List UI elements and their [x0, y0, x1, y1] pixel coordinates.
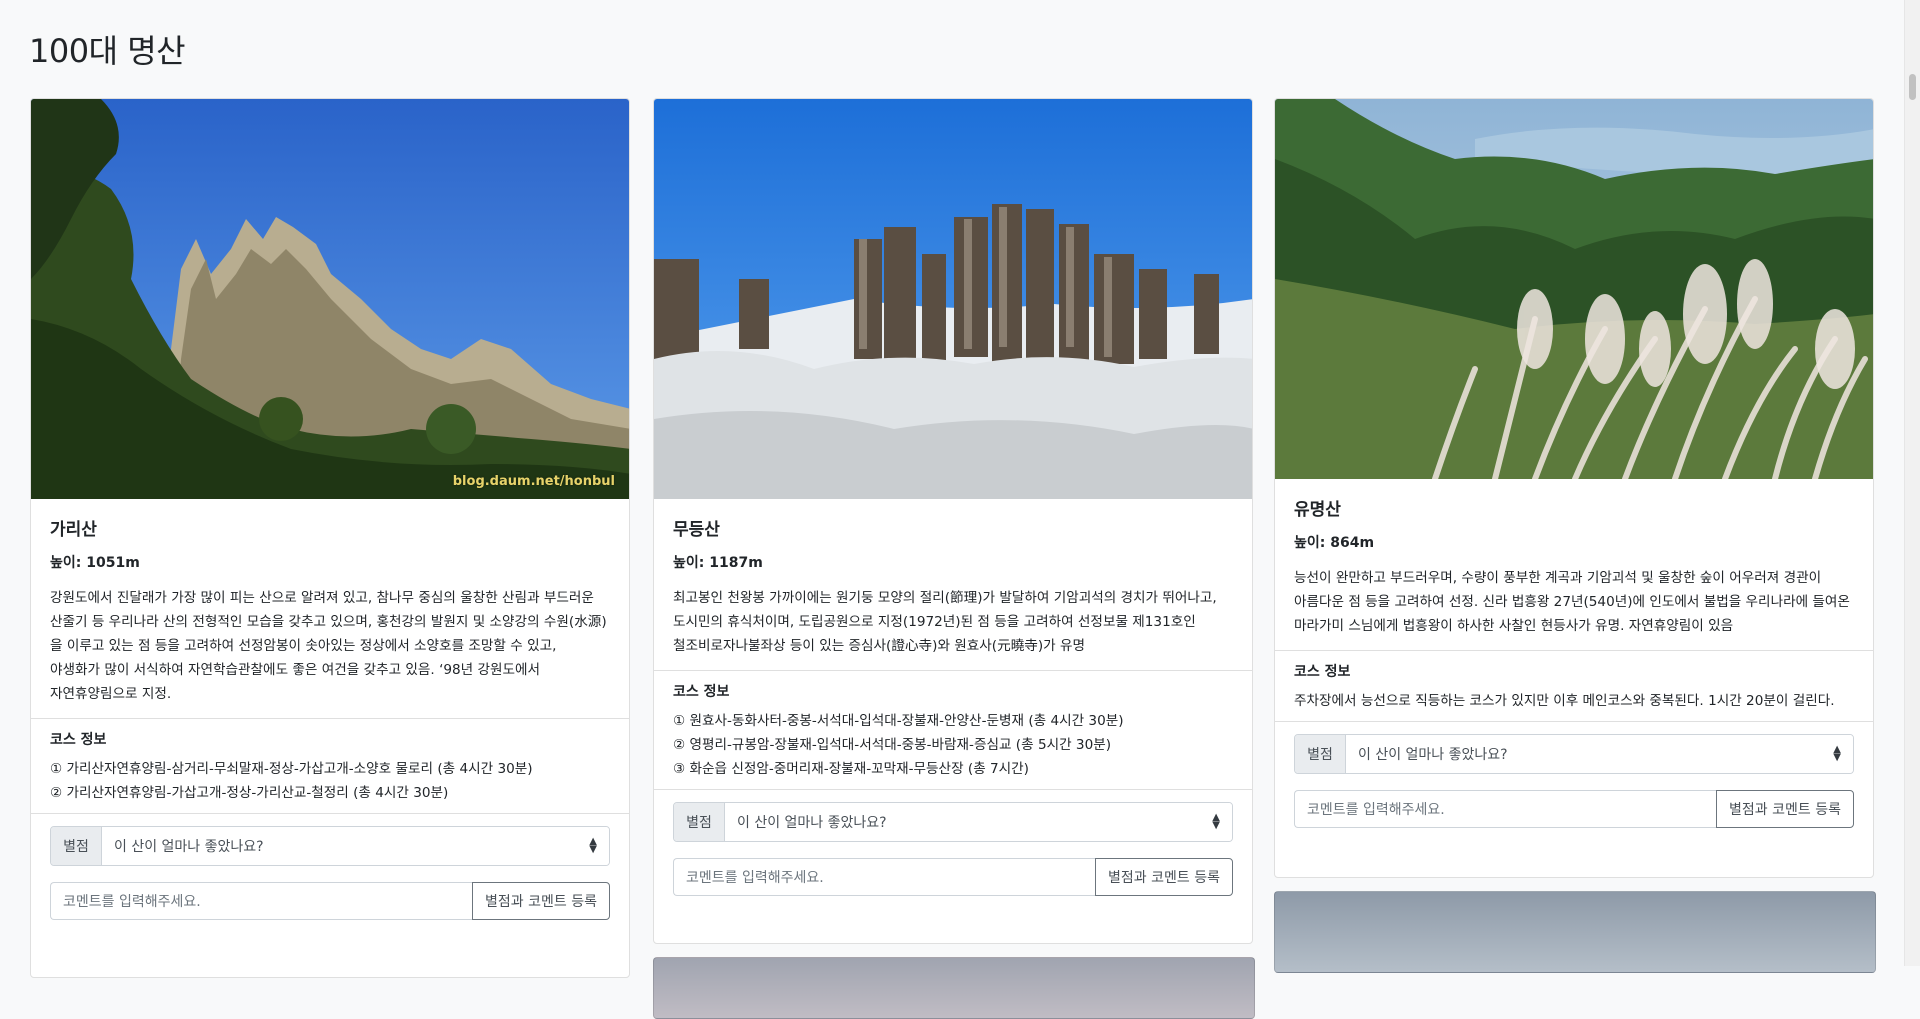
rating-label: 별점	[51, 827, 102, 865]
page-scrollbar[interactable]	[1904, 0, 1920, 966]
mountain-description: 강원도에서 진달래가 가장 많이 피는 산으로 알려져 있고, 참나무 중심의 …	[50, 590, 607, 702]
rating-select[interactable]: 별점 이 산이 얼마나 좋았나요? ▲ ▼	[50, 826, 610, 866]
course-item: ① 가리산자연휴양림-삼거리-무쇠말재-정상-가삽고개-소양호 물로리 (총 4…	[50, 761, 533, 777]
rating-form: 별점 이 산이 얼마나 좋았나요? ▲ ▼ 코멘트를 입력해주세요. 별점과 코멘…	[1275, 721, 1873, 840]
submit-rating-button[interactable]: 별점과 코멘트 등록	[1716, 790, 1854, 828]
rating-form: 별점 이 산이 얼마나 좋았나요? ▲ ▼ 코멘트를 입력해주세요. 별점과 코멘…	[31, 813, 629, 932]
rating-placeholder: 이 산이 얼마나 좋았나요?	[114, 839, 264, 855]
comment-group: 코멘트를 입력해주세요. 별점과 코멘트 등록	[1294, 790, 1854, 828]
rating-label: 별점	[1295, 735, 1346, 773]
course-item: 주차장에서 능선으로 직등하는 코스가 있지만 이후 메인코스와 중복된다. 1…	[1294, 693, 1835, 709]
mountain-card: 무등산 높이: 1187m 최고봉인 천왕봉 가까이에는 원기둥 모양의 절리(…	[653, 98, 1253, 944]
rating-dropdown[interactable]: 이 산이 얼마나 좋았나요? ▲ ▼	[1346, 735, 1853, 773]
mountain-height: 높이: 1051m	[50, 555, 140, 571]
mountain-card: blog.daum.net/honbul 가리산 높이: 1051m 강원도에서…	[30, 98, 630, 978]
mountain-name: 가리산	[50, 520, 97, 540]
mountain-name: 무등산	[673, 520, 720, 540]
mountain-card: 유명산 높이: 864m 능선이 완만하고 부드러우며, 수량이 풍부한 계곡과…	[1274, 98, 1874, 878]
mountain-name: 유명산	[1294, 500, 1341, 520]
sort-arrows-icon: ▲ ▼	[1833, 744, 1841, 763]
course-section: 코스 정보 ① 원효사-동화사터-중봉-서석대-입석대-장불재-안양산-둔병재 …	[654, 670, 1252, 789]
mountain-photo	[1275, 99, 1873, 479]
course-title: 코스 정보	[50, 732, 107, 748]
mountain-description: 능선이 완만하고 부드러우며, 수량이 풍부한 계곡과 기암괴석 및 울창한 숲…	[1294, 570, 1850, 634]
scrollbar-thumb[interactable]	[1909, 74, 1916, 100]
sort-arrows-icon: ▲ ▼	[1212, 812, 1220, 831]
rating-dropdown[interactable]: 이 산이 얼마나 좋았나요? ▲ ▼	[102, 827, 609, 865]
page-title: 100대 명산	[29, 32, 186, 70]
rating-placeholder: 이 산이 얼마나 좋았나요?	[737, 815, 887, 831]
comment-input[interactable]: 코멘트를 입력해주세요.	[1294, 790, 1717, 828]
mountain-photo: blog.daum.net/honbul	[31, 99, 629, 499]
course-item: ② 영평리-규봉암-장불재-입석대-서석대-중봉-바람재-증심교 (총 5시간 …	[673, 737, 1112, 753]
course-section: 코스 정보 ① 가리산자연휴양림-삼거리-무쇠말재-정상-가삽고개-소양호 물로…	[31, 718, 629, 813]
course-item: ③ 화순읍 신정암-중머리재-장불재-꼬막재-무등산장 (총 7시간)	[673, 761, 1029, 777]
comment-group: 코멘트를 입력해주세요. 별점과 코멘트 등록	[673, 858, 1233, 896]
mountain-height: 높이: 864m	[1294, 535, 1375, 551]
mountain-height: 높이: 1187m	[673, 555, 763, 571]
rating-select[interactable]: 별점 이 산이 얼마나 좋았나요? ▲ ▼	[1294, 734, 1854, 774]
rating-placeholder: 이 산이 얼마나 좋았나요?	[1358, 747, 1508, 763]
comment-input[interactable]: 코멘트를 입력해주세요.	[673, 858, 1096, 896]
rating-dropdown[interactable]: 이 산이 얼마나 좋았나요? ▲ ▼	[725, 803, 1232, 841]
rating-form: 별점 이 산이 얼마나 좋았나요? ▲ ▼ 코멘트를 입력해주세요. 별점과 코멘…	[654, 789, 1252, 908]
mountain-photo	[654, 99, 1252, 499]
course-item: ① 원효사-동화사터-중봉-서석대-입석대-장불재-안양산-둔병재 (총 4시간…	[673, 713, 1124, 729]
course-section: 코스 정보 주차장에서 능선으로 직등하는 코스가 있지만 이후 메인코스와 중…	[1275, 650, 1873, 721]
course-title: 코스 정보	[1294, 664, 1351, 680]
next-card-photo	[1274, 891, 1876, 973]
submit-rating-button[interactable]: 별점과 코멘트 등록	[1095, 858, 1233, 896]
photo-watermark: blog.daum.net/honbul	[452, 474, 615, 489]
course-title: 코스 정보	[673, 684, 730, 700]
rating-select[interactable]: 별점 이 산이 얼마나 좋았나요? ▲ ▼	[673, 802, 1233, 842]
next-card-photo	[653, 957, 1255, 1019]
course-item: ② 가리산자연휴양림-가삽고개-정상-가리산교-철정리 (총 4시간 30분)	[50, 785, 449, 801]
submit-rating-button[interactable]: 별점과 코멘트 등록	[472, 882, 610, 920]
sort-arrows-icon: ▲ ▼	[589, 836, 597, 855]
comment-input[interactable]: 코멘트를 입력해주세요.	[50, 882, 473, 920]
mountain-description: 최고봉인 천왕봉 가까이에는 원기둥 모양의 절리(節理)가 발달하여 기암괴석…	[673, 590, 1217, 654]
comment-group: 코멘트를 입력해주세요. 별점과 코멘트 등록	[50, 882, 610, 920]
rating-label: 별점	[674, 803, 725, 841]
